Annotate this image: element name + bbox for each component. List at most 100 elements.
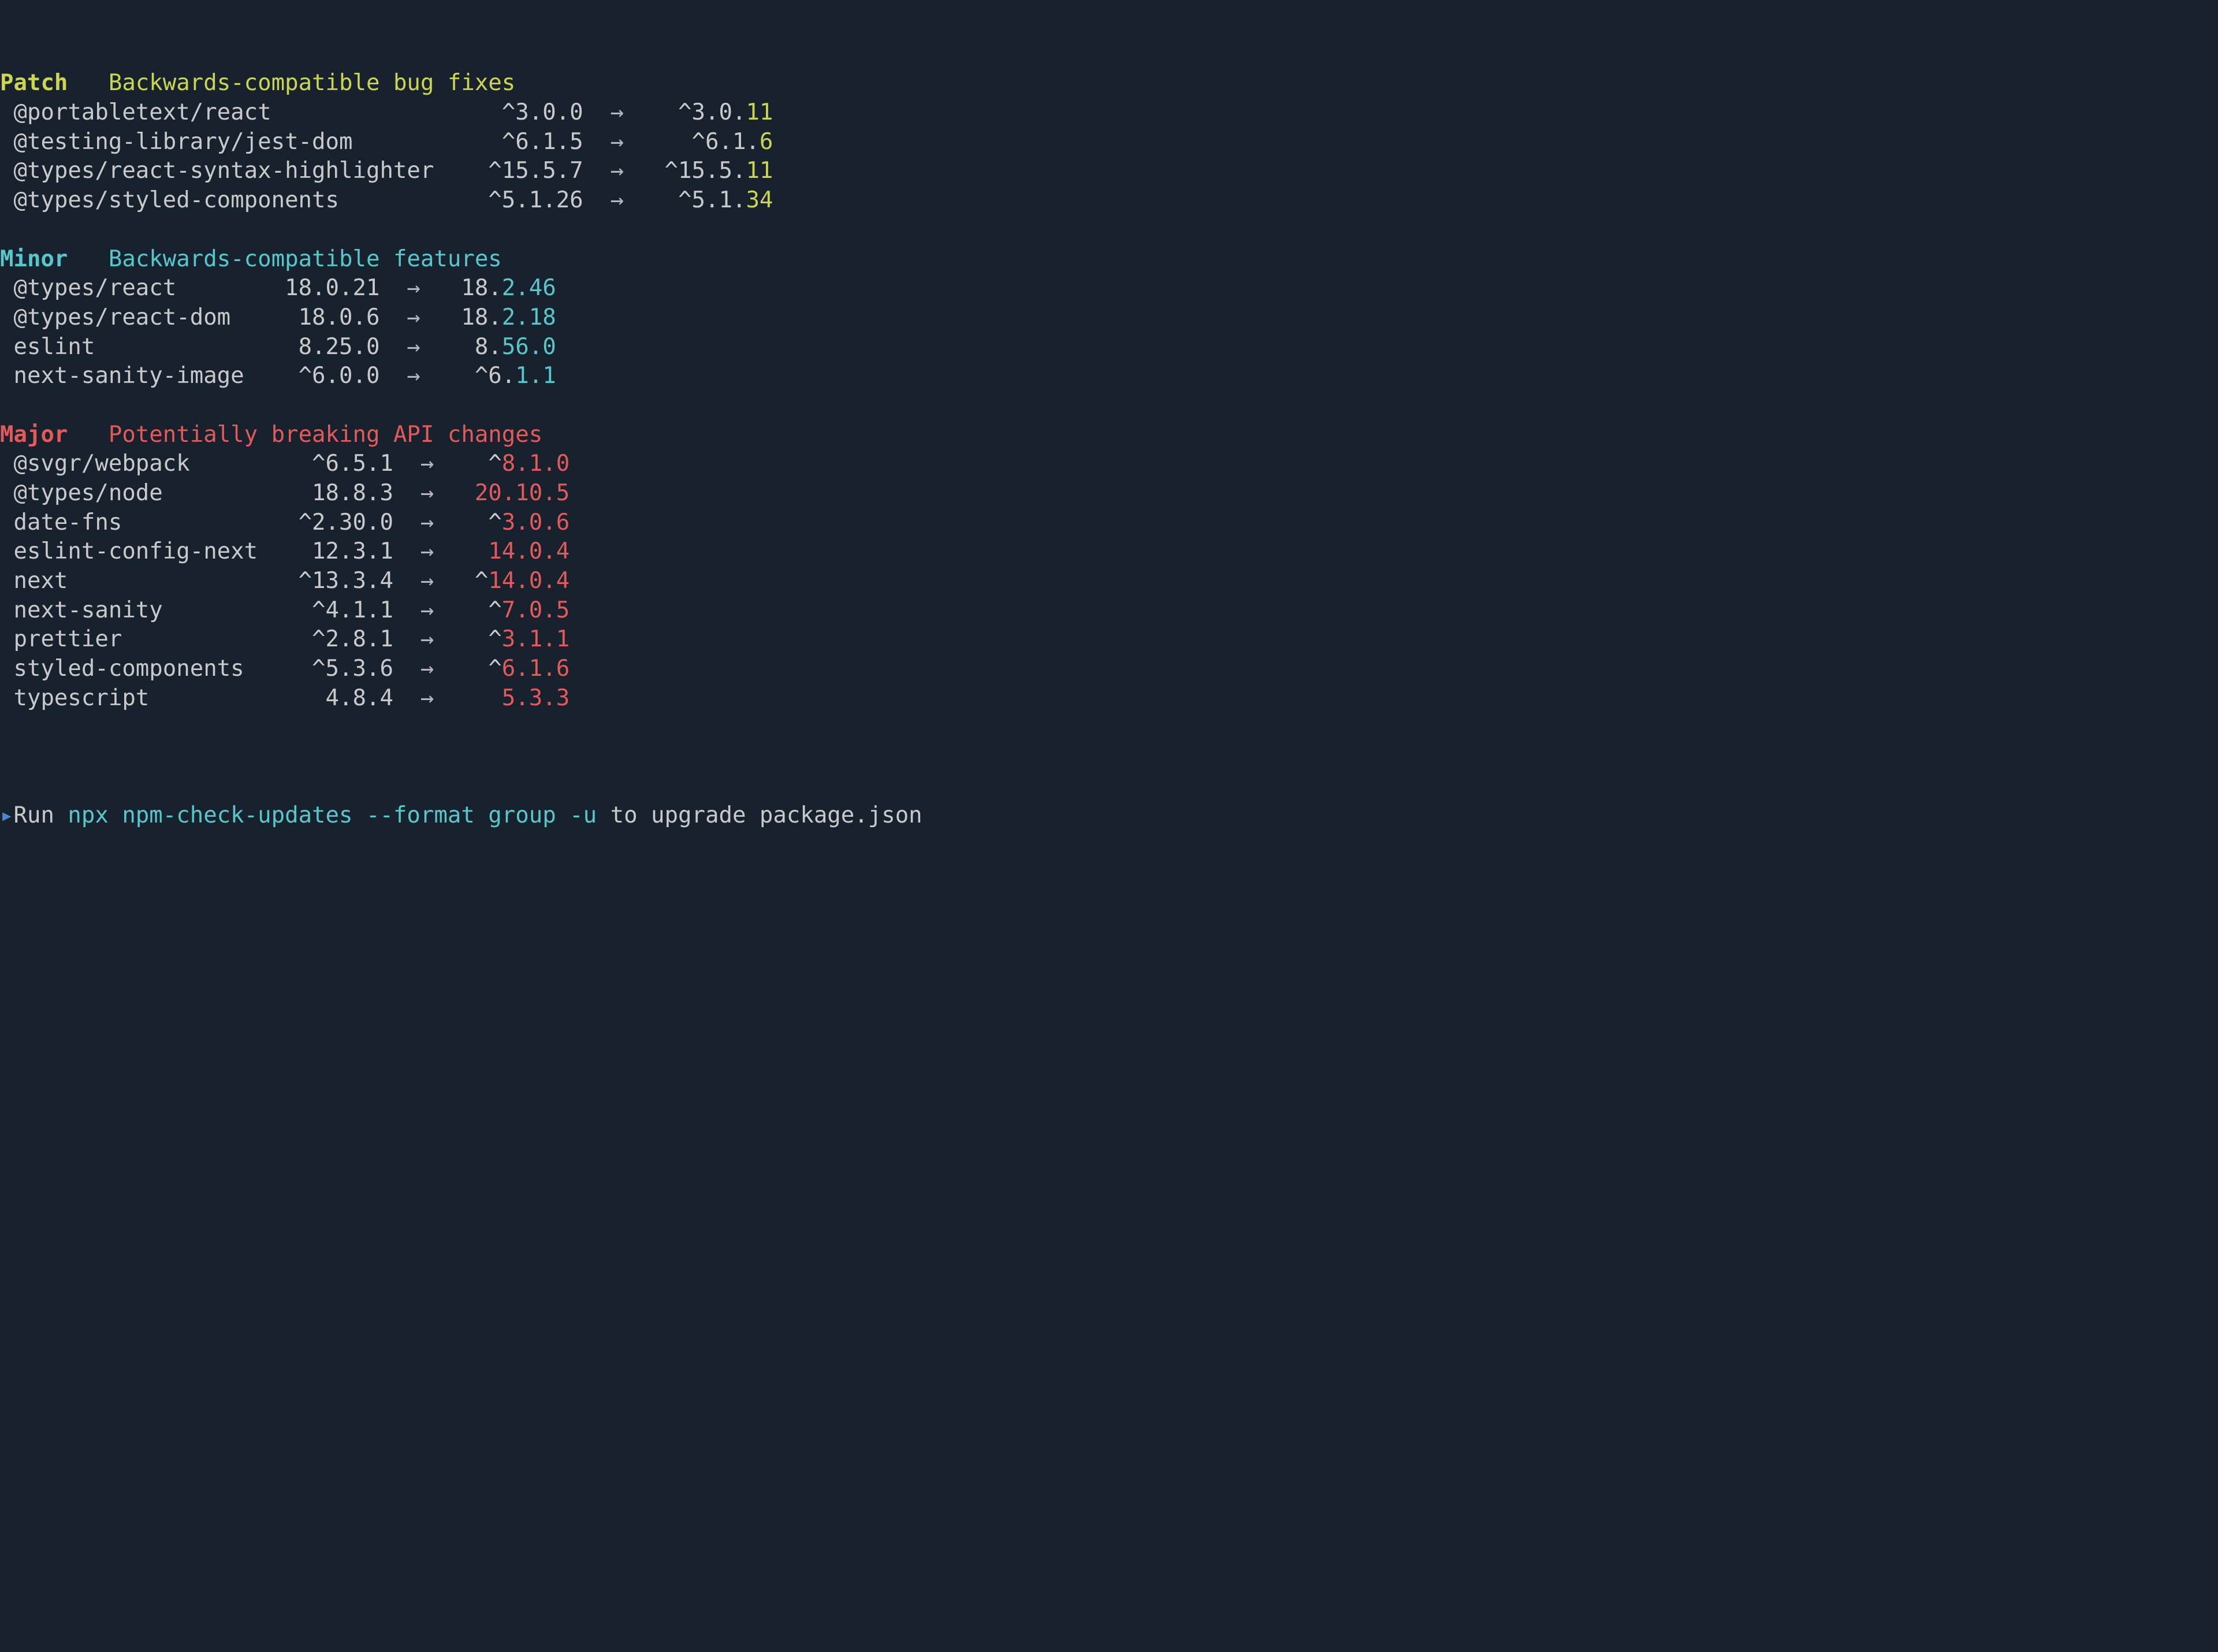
version-to-diff: 56.0	[502, 334, 556, 360]
version-to-prefix: ^5.1.	[678, 187, 746, 213]
section-description: Backwards-compatible bug fixes	[109, 70, 515, 96]
arrow-icon: →	[379, 275, 447, 301]
arrow-icon: →	[583, 158, 651, 184]
section-label: Major	[0, 422, 68, 448]
footer-post-text: to upgrade package.json	[597, 802, 922, 828]
version-from: ^3.0.0	[475, 99, 583, 125]
blank-line	[0, 215, 2218, 245]
version-to-prefix: ^6.	[475, 363, 515, 389]
version-to-diff: 11	[746, 99, 773, 125]
arrow-icon: →	[393, 538, 461, 564]
package-row: typescript 4.8.4 → 5.3.3	[0, 684, 2218, 713]
version-to-prefix: 18.	[461, 304, 501, 330]
version-from: ^5.1.26	[475, 187, 583, 213]
version-from: 12.3.1	[285, 538, 393, 564]
package-row: next-sanity ^4.1.1 → ^7.0.5	[0, 596, 2218, 626]
arrow-icon: →	[393, 597, 461, 623]
package-row: @portabletext/react ^3.0.0 → ^3.0.11	[0, 98, 2218, 128]
arrow-icon: →	[379, 334, 447, 360]
package-row: eslint-config-next 12.3.1 → 14.0.4	[0, 537, 2218, 567]
package-name: date-fns	[0, 509, 285, 535]
arrow-icon: →	[379, 304, 447, 330]
section-header-minor: Minor Backwards-compatible features	[0, 245, 2218, 274]
version-to-diff: 11	[746, 158, 773, 184]
arrow-icon: →	[393, 480, 461, 506]
version-to-prefix: ^	[488, 451, 501, 477]
package-name: @portabletext/react	[0, 99, 475, 125]
package-row: next ^13.3.4 → ^14.0.4	[0, 567, 2218, 596]
arrow-icon: →	[379, 363, 447, 389]
section-description: Backwards-compatible features	[109, 246, 502, 272]
version-to-diff: 5.3.3	[502, 685, 570, 711]
package-row: @types/styled-components ^5.1.26 → ^5.1.…	[0, 186, 2218, 215]
package-row: date-fns ^2.30.0 → ^3.0.6	[0, 508, 2218, 538]
package-name: next	[0, 568, 285, 594]
section-label: Minor	[0, 246, 68, 272]
arrow-icon: →	[583, 99, 651, 125]
arrow-icon: →	[393, 626, 461, 652]
package-row: @types/react-syntax-highlighter ^15.5.7 …	[0, 157, 2218, 186]
package-row: @types/react 18.0.21 → 18.2.46	[0, 274, 2218, 303]
blank-line	[0, 713, 2218, 743]
version-from: ^5.3.6	[285, 656, 393, 682]
package-row: @types/node 18.8.3 → 20.10.5	[0, 479, 2218, 508]
version-to-prefix: ^6.1.	[692, 129, 760, 155]
version-from: ^6.0.0	[271, 363, 380, 389]
package-name: next-sanity	[0, 597, 285, 623]
package-name: @testing-library/jest-dom	[0, 129, 475, 155]
version-to-prefix: ^3.0.	[678, 99, 746, 125]
package-row: @svgr/webpack ^6.5.1 → ^8.1.0	[0, 449, 2218, 479]
version-from: ^6.1.5	[475, 129, 583, 155]
version-to-prefix: ^	[475, 568, 488, 594]
package-row: styled-components ^5.3.6 → ^6.1.6	[0, 654, 2218, 684]
version-from: 18.0.6	[271, 304, 380, 330]
version-to-prefix: ^15.5.	[665, 158, 746, 184]
version-to-prefix: ^	[488, 626, 501, 652]
version-to-diff: 7.0.5	[502, 597, 570, 623]
package-name: @types/react-syntax-highlighter	[0, 158, 475, 184]
terminal-output: Patch Backwards-compatible bug fixes @po…	[0, 0, 2218, 860]
arrow-icon: →	[393, 568, 461, 594]
package-row: @testing-library/jest-dom ^6.1.5 → ^6.1.…	[0, 128, 2218, 157]
version-from: 18.0.21	[271, 275, 380, 301]
version-to-diff: 2.46	[502, 275, 556, 301]
arrow-icon: →	[393, 451, 461, 477]
version-to-diff: 3.1.1	[502, 626, 570, 652]
prompt-caret-icon: ▸	[0, 802, 13, 828]
version-to-diff: 8.1.0	[502, 451, 570, 477]
version-to-diff: 3.0.6	[502, 509, 570, 535]
version-from: ^15.5.7	[475, 158, 583, 184]
arrow-icon: →	[583, 187, 651, 213]
package-name: styled-components	[0, 656, 285, 682]
version-from: ^13.3.4	[285, 568, 393, 594]
package-name: prettier	[0, 626, 285, 652]
arrow-icon: →	[583, 129, 651, 155]
package-name: @types/styled-components	[0, 187, 475, 213]
version-to-diff: 14.0.4	[488, 538, 570, 564]
version-from: 18.8.3	[285, 480, 393, 506]
package-name: eslint	[0, 334, 271, 360]
arrow-icon: →	[393, 685, 461, 711]
version-to-diff: 6.1.6	[502, 656, 570, 682]
package-name: @types/react-dom	[0, 304, 271, 330]
section-header-patch: Patch Backwards-compatible bug fixes	[0, 69, 2218, 98]
package-row: prettier ^2.8.1 → ^3.1.1	[0, 625, 2218, 654]
arrow-icon: →	[393, 656, 461, 682]
arrow-icon: →	[393, 509, 461, 535]
footer-hint: ▸Run npx npm-check-updates --format grou…	[0, 801, 2218, 831]
version-to-diff: 2.18	[502, 304, 556, 330]
package-name: @svgr/webpack	[0, 451, 285, 477]
version-to-diff: 20.10.5	[475, 480, 570, 506]
version-from: 8.25.0	[271, 334, 380, 360]
package-name: typescript	[0, 685, 285, 711]
package-name: @types/node	[0, 480, 285, 506]
version-to-diff: 1.1	[515, 363, 556, 389]
version-to-prefix: ^	[488, 597, 501, 623]
version-from: ^2.8.1	[285, 626, 393, 652]
version-to-diff: 34	[746, 187, 773, 213]
footer-run-label: Run	[13, 802, 68, 828]
version-to-prefix: ^	[488, 509, 501, 535]
package-row: next-sanity-image ^6.0.0 → ^6.1.1	[0, 362, 2218, 391]
version-from: ^6.5.1	[285, 451, 393, 477]
version-to-diff: 14.0.4	[488, 568, 570, 594]
